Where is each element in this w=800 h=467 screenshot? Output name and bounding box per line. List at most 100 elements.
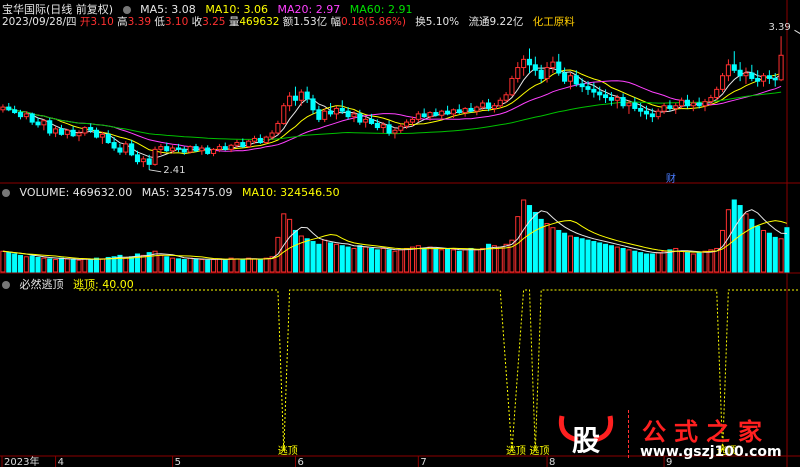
candle — [702, 98, 708, 112]
volume-bar — [53, 259, 59, 273]
candle-body — [29, 113, 35, 123]
volume-bar — [755, 225, 761, 273]
indicator-header: 必然逃顶 逃顶: 40.00 — [2, 276, 140, 292]
volume-bar — [140, 254, 146, 273]
candle-body — [99, 133, 105, 138]
candle — [333, 105, 339, 120]
candle-body — [316, 109, 322, 120]
candle — [58, 124, 64, 136]
indicator-settings-dot-icon[interactable] — [2, 281, 10, 289]
volume-bar — [123, 257, 129, 273]
candle — [93, 127, 100, 139]
volume-bar — [82, 258, 88, 273]
candle-body — [70, 129, 76, 137]
candle-body — [673, 105, 679, 109]
volume-bar — [421, 247, 427, 273]
volume-bar — [175, 258, 181, 273]
candle — [211, 148, 217, 157]
volume-bar — [357, 245, 363, 273]
candle-body — [597, 91, 603, 96]
candle — [199, 145, 205, 155]
candle-body — [415, 113, 421, 120]
candle — [620, 93, 626, 109]
volume-bar — [158, 254, 164, 273]
candle-body — [105, 133, 111, 144]
volume-bar — [544, 223, 550, 273]
industry-value[interactable]: 化工原料 — [533, 16, 575, 28]
volume-bar — [228, 257, 234, 273]
settings-dot-icon[interactable] — [122, 6, 131, 14]
candle — [70, 126, 76, 138]
candle — [263, 135, 269, 144]
candle-body — [398, 125, 404, 131]
volume-bar — [690, 253, 696, 273]
candle — [737, 62, 743, 82]
candle — [684, 94, 691, 109]
candle — [53, 126, 59, 138]
candle — [152, 146, 158, 166]
candle-body — [409, 118, 416, 123]
volume-bar — [737, 205, 743, 273]
volume-ma10-label: MA10: 324546.50 — [241, 186, 340, 199]
volume-bar — [181, 259, 187, 273]
candle — [12, 105, 18, 114]
change-value: 0.18(5.86%) — [341, 16, 406, 28]
candle-body — [714, 88, 720, 99]
candle — [129, 139, 135, 157]
candle — [158, 143, 164, 155]
volume-bar — [199, 259, 205, 273]
amount-value: 1.53亿 — [293, 16, 328, 28]
ma60-line — [2, 91, 782, 141]
candle-body — [585, 86, 591, 90]
volume-bar — [439, 249, 445, 273]
candle-body — [187, 146, 193, 153]
candle — [731, 51, 737, 73]
volume-bar — [99, 258, 105, 273]
candle-body — [152, 148, 158, 165]
candle-body — [679, 99, 685, 107]
candle — [105, 130, 111, 144]
candle-body — [310, 98, 316, 111]
candle — [491, 103, 497, 113]
candle-body — [140, 158, 146, 163]
candle-body — [328, 110, 334, 115]
volume-bar — [679, 250, 685, 273]
candle-body — [404, 121, 410, 127]
turnover-value: 换5.10% — [415, 16, 460, 28]
candle-body — [368, 118, 375, 124]
volume-bar — [556, 229, 562, 273]
volume-bar — [661, 250, 667, 273]
candle-body — [64, 129, 70, 135]
candle-body — [304, 91, 310, 100]
candle-body — [193, 146, 199, 152]
candle — [281, 103, 287, 125]
watermark-brand: 公式之家 — [642, 418, 770, 446]
candle-body — [661, 105, 667, 112]
open-label: 开 — [79, 16, 91, 28]
candle — [720, 73, 726, 93]
candle — [509, 75, 515, 97]
candle-body — [374, 122, 380, 129]
volume-bar — [292, 229, 299, 273]
candle-body — [737, 69, 743, 77]
candle-body — [181, 148, 187, 153]
volume-settings-dot-icon[interactable] — [2, 189, 10, 197]
candle-body — [380, 124, 386, 129]
close-value: 3.25 — [202, 16, 226, 28]
volume-bar — [105, 256, 111, 273]
volume-bar — [427, 246, 433, 273]
candle-body — [626, 102, 632, 107]
candle-body — [6, 106, 12, 111]
candle — [222, 142, 228, 151]
candle-body — [743, 72, 749, 77]
volume-bar — [445, 247, 451, 273]
volume-bar — [708, 249, 714, 273]
candle — [246, 139, 252, 148]
watermark-logo: 股 — [556, 410, 616, 457]
candle-body — [134, 154, 141, 163]
volume-bar — [246, 257, 252, 273]
annotation-leader — [794, 29, 800, 35]
candle — [363, 116, 369, 128]
bull-horns-icon: 股 — [558, 415, 614, 457]
volume-bar — [193, 258, 199, 273]
